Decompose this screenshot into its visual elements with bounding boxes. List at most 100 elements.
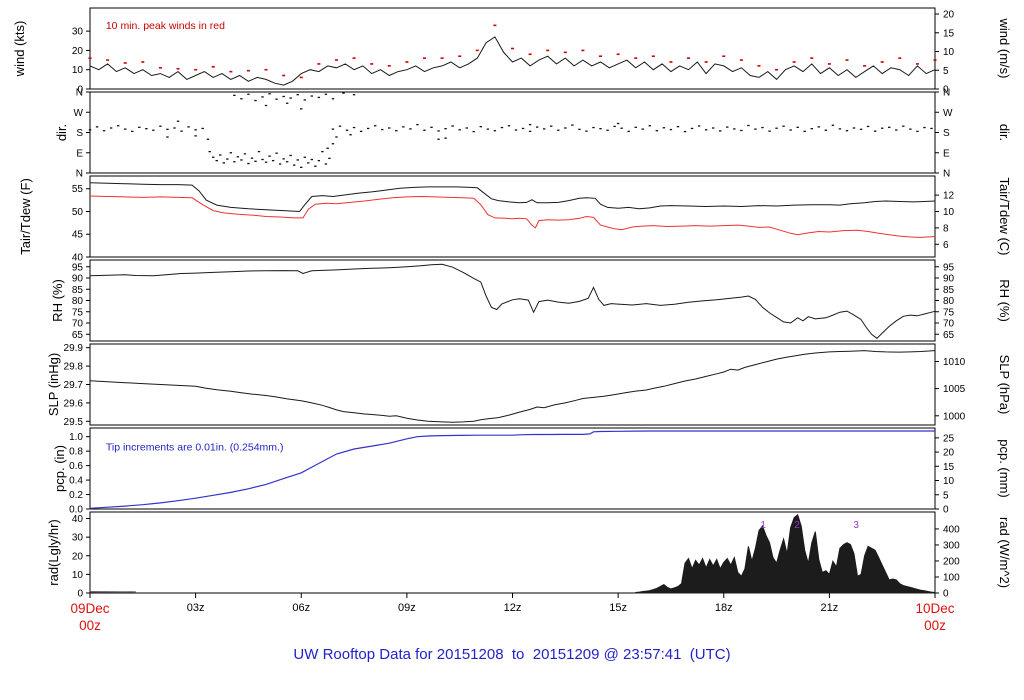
data-point bbox=[722, 55, 726, 58]
data-point bbox=[342, 92, 345, 94]
left-tick-label: 29.7 bbox=[64, 380, 84, 391]
time-tick-label: 03z bbox=[187, 602, 205, 614]
data-point bbox=[296, 94, 299, 96]
end-date-label: 10Dec bbox=[915, 601, 954, 616]
data-point bbox=[888, 126, 891, 128]
data-point bbox=[627, 130, 630, 133]
time-tick-label: 15z bbox=[609, 602, 627, 614]
data-point bbox=[528, 53, 532, 56]
data-point bbox=[102, 130, 106, 132]
panel-radiation: 0102030400100200300400rad(Lgly/hr) rad (W… bbox=[46, 511, 1012, 600]
data-point bbox=[845, 59, 849, 61]
data-point bbox=[116, 125, 120, 127]
right-tick-label: 200 bbox=[943, 556, 960, 567]
data-point bbox=[444, 137, 447, 139]
right-tick-label: 90 bbox=[943, 274, 955, 285]
data-point bbox=[345, 129, 349, 131]
right-tick-label: 70 bbox=[943, 319, 955, 330]
left-tick-label: 75 bbox=[72, 307, 84, 318]
data-point bbox=[873, 130, 877, 132]
left-axis-title: pcp. (in) bbox=[52, 445, 67, 492]
data-point bbox=[158, 66, 162, 69]
data-point bbox=[747, 124, 750, 127]
data-point bbox=[620, 127, 623, 129]
data-point bbox=[757, 65, 761, 67]
data-point bbox=[895, 129, 898, 131]
right-tick-label: E bbox=[943, 148, 950, 159]
left-tick-label: 20 bbox=[72, 551, 84, 562]
data-point bbox=[194, 135, 197, 137]
data-point bbox=[95, 126, 99, 128]
left-axis-title: wind (kts) bbox=[12, 21, 27, 78]
data-point bbox=[331, 128, 335, 130]
data-point bbox=[206, 138, 210, 140]
left-tick-label: S bbox=[76, 128, 83, 139]
left-tick-label: 0 bbox=[77, 589, 83, 600]
right-tick-label: 300 bbox=[943, 540, 960, 551]
data-point bbox=[796, 126, 799, 128]
time-tick-label: 18z bbox=[715, 602, 733, 614]
data-point bbox=[141, 61, 145, 63]
data-point bbox=[740, 129, 743, 132]
data-point bbox=[472, 130, 475, 133]
data-point bbox=[314, 165, 317, 167]
data-point bbox=[226, 158, 229, 160]
data-point bbox=[285, 102, 289, 104]
data-point bbox=[261, 158, 264, 161]
data-point bbox=[321, 150, 324, 153]
data-point bbox=[437, 138, 440, 140]
data-point bbox=[215, 159, 218, 162]
data-point bbox=[387, 65, 391, 67]
data-point bbox=[458, 55, 462, 58]
data-point bbox=[669, 128, 673, 131]
data-point bbox=[268, 93, 271, 95]
data-point bbox=[264, 104, 268, 107]
right-axis-title: pcp. (mm) bbox=[997, 439, 1012, 498]
data-point bbox=[246, 69, 250, 72]
data-point bbox=[328, 157, 331, 160]
data-point bbox=[711, 127, 715, 129]
data-point bbox=[585, 130, 588, 132]
data-point bbox=[275, 98, 278, 100]
meteogram-figure: 010203005101520wind (kts) wind (m/s)10 mi… bbox=[12, 7, 1012, 633]
data-point bbox=[733, 128, 736, 130]
data-point bbox=[933, 59, 937, 61]
right-tick-label: 85 bbox=[943, 285, 955, 296]
left-tick-label: 30 bbox=[72, 533, 84, 544]
data-point bbox=[282, 95, 285, 98]
right-tick-label: N bbox=[943, 169, 950, 180]
panel-relative-humidity: 6570758085909565707580859095RH (%) RH (%) bbox=[50, 259, 1012, 342]
panel-sea-level-pressure: 29.5 29.6 29.7 29.8 29.9 1000 1005 1010 SLP (inH… bbox=[46, 343, 1012, 428]
data-point bbox=[422, 57, 426, 59]
data-point bbox=[352, 126, 356, 129]
data-point bbox=[219, 154, 222, 156]
data-point bbox=[511, 47, 514, 50]
data-point bbox=[863, 65, 867, 67]
data-point bbox=[697, 125, 701, 127]
right-tick-label: 1000 bbox=[943, 411, 966, 422]
data-point bbox=[930, 127, 933, 130]
data-point bbox=[613, 125, 616, 128]
data-point bbox=[405, 61, 409, 63]
left-tick-label: 10 bbox=[72, 570, 84, 581]
end-hour-label: 00z bbox=[924, 618, 946, 633]
plot-title: UW Rooftop Data for 20151208 to 20151209… bbox=[293, 646, 731, 663]
data-point bbox=[300, 166, 303, 169]
data-point bbox=[507, 125, 511, 127]
data-point bbox=[775, 127, 778, 129]
data-point bbox=[859, 128, 863, 130]
data-point bbox=[131, 130, 134, 133]
time-tick-label: 21z bbox=[821, 602, 839, 614]
data-point bbox=[500, 126, 504, 129]
data-point bbox=[880, 127, 884, 129]
time-tick-label: 06z bbox=[292, 602, 310, 614]
data-point bbox=[578, 128, 581, 130]
data-point bbox=[250, 157, 254, 159]
data-point bbox=[106, 59, 110, 61]
data-point bbox=[201, 127, 204, 130]
data-point bbox=[285, 161, 289, 163]
data-point bbox=[430, 126, 433, 128]
data-point bbox=[282, 74, 286, 77]
data-point bbox=[159, 125, 162, 127]
data-point bbox=[211, 66, 215, 68]
